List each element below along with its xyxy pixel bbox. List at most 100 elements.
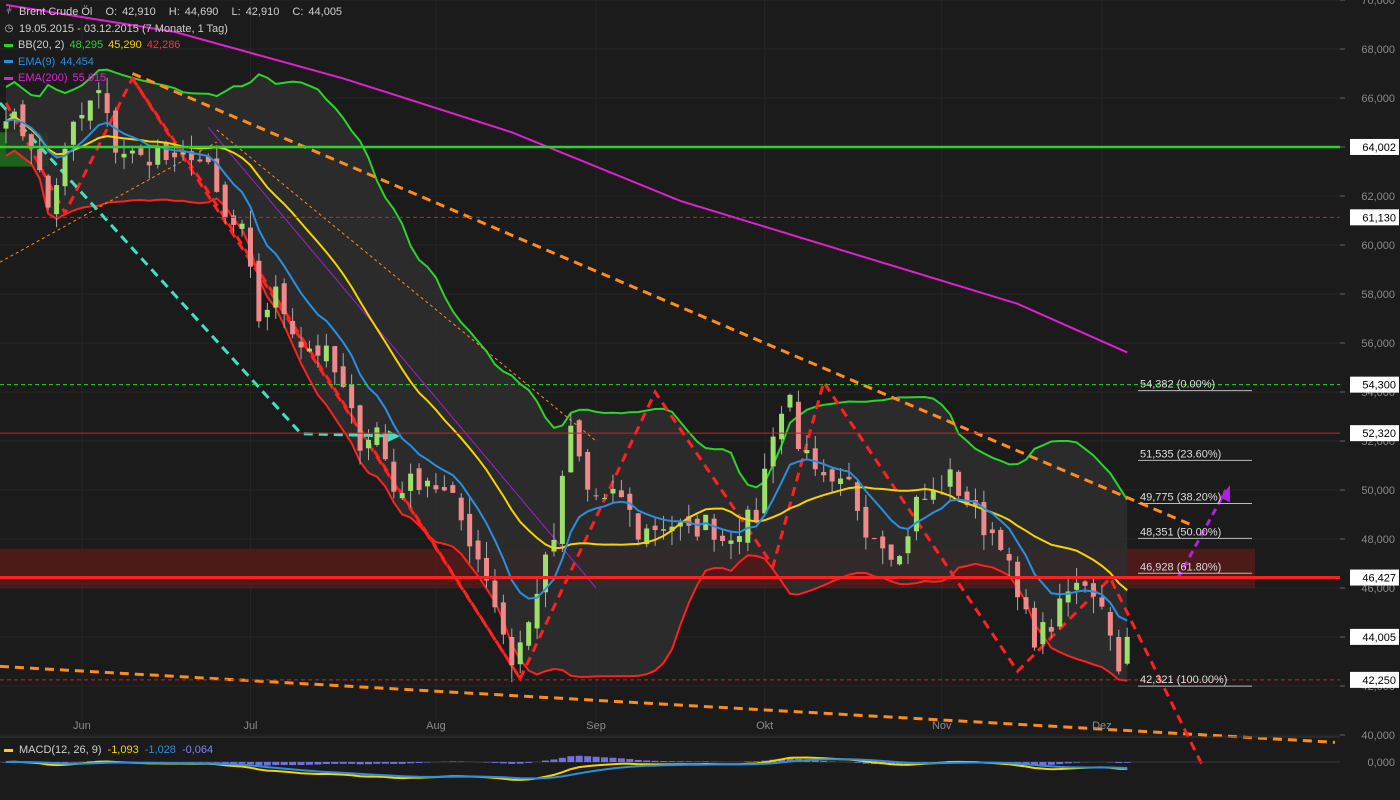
price-tag-label: 52,320 (1362, 428, 1396, 440)
candle-up (728, 540, 734, 544)
candle-down (509, 636, 515, 666)
macd-histogram-bar (601, 757, 609, 762)
candle-down (416, 468, 422, 491)
candle-down (1116, 636, 1122, 672)
candle-down (441, 486, 447, 491)
candle-down (1006, 554, 1012, 561)
candle-down (163, 142, 169, 160)
high-value: 44,690 (184, 6, 219, 18)
fib-label: 42,321 (100.00%) (1140, 674, 1227, 686)
candle-up (922, 498, 928, 500)
candle-up (947, 469, 953, 487)
candle-down (846, 476, 852, 480)
candle-down (298, 341, 304, 348)
instrument-name: Brent Crude Öl (19, 6, 93, 18)
candle-up (736, 536, 742, 542)
open-value: 42,910 (122, 6, 156, 18)
macd-histogram-bar (516, 762, 524, 764)
y-tick-label: 56,000 (1361, 338, 1395, 350)
fib-label: 54,382 (0.00%) (1140, 379, 1215, 391)
x-tick-label: Aug (426, 720, 446, 732)
candle-up (661, 529, 667, 531)
macd-histogram-bar (1115, 762, 1123, 763)
macd-histogram-bar (1073, 762, 1081, 763)
candle-down (332, 346, 338, 373)
candle-up (1040, 622, 1046, 645)
candle-up (1074, 582, 1080, 590)
candle-up (323, 345, 329, 362)
candle-down (492, 580, 498, 608)
macd-histogram-bar (676, 761, 684, 762)
macd-histogram-bar (626, 758, 634, 762)
legend-title-row: ⫩ Brent Crude Öl O: 42,910 H: 44,690 L: 42,… (4, 4, 342, 21)
candle-down (146, 161, 152, 166)
candle-down (222, 184, 228, 218)
candle-down (753, 509, 759, 521)
candle-down (1090, 583, 1096, 597)
candle-up (1124, 636, 1130, 664)
candle-down (821, 472, 827, 476)
candle-down (871, 538, 877, 540)
macd-histogram-bar (853, 762, 861, 763)
candle-up (96, 90, 102, 94)
x-tick-label: Jun (73, 720, 91, 732)
candle-down (391, 461, 397, 492)
legend-bb[interactable]: BB(20, 2) 48,295 45,290 42,286 (4, 37, 342, 54)
candle-down (1015, 561, 1021, 598)
macd-histogram-bar (660, 761, 668, 762)
candle-down (863, 506, 869, 538)
candle-up (306, 348, 312, 352)
candle-up (787, 394, 793, 408)
candle-down (256, 260, 262, 322)
candle-down (197, 159, 203, 162)
candle-down (618, 490, 624, 498)
candle-down (357, 405, 363, 451)
candle-up (70, 121, 76, 145)
macd-histogram-bar (238, 762, 246, 764)
macd-y-label: 0,000 (1367, 757, 1395, 769)
macd-histogram-bar (280, 762, 288, 766)
macd-histogram-bar (415, 762, 423, 763)
macd-histogram-bar (491, 762, 499, 763)
candle-down (458, 497, 464, 521)
candle-up (264, 309, 270, 318)
price-tag-label: 54,300 (1362, 380, 1396, 392)
y-tick-label: 50,000 (1361, 485, 1395, 497)
price-tag-label: 61,130 (1362, 212, 1396, 224)
price-chart[interactable]: 54,382 (0.00%) 51,535 (23.60%) 49,775 (38.… (0, 0, 1400, 800)
legend-ema9[interactable]: EMA(9) 44,454 (4, 54, 342, 71)
candle-up (155, 147, 161, 165)
macd-histogram-bar (1064, 762, 1072, 764)
macd-legend[interactable]: MACD(12, 26, 9) -1,093 -1,028 -0,064 (4, 744, 213, 756)
candle-down (989, 529, 995, 534)
candle-down (795, 401, 801, 449)
macd-histogram-bar (348, 762, 356, 764)
legend-range-row: ◷ 19.05.2015 - 03.12.2015 (7 Monate, 1 T… (4, 21, 342, 38)
macd-histogram-bar (449, 761, 457, 762)
macd-histogram-bar (255, 762, 263, 766)
candle-up (374, 427, 380, 445)
fib-label: 51,535 (23.60%) (1140, 448, 1221, 460)
candle-up (526, 622, 532, 646)
macd-histogram-bar (558, 757, 566, 762)
candle-down (247, 227, 253, 267)
y-tick-label: 68,000 (1361, 44, 1395, 56)
legend-ema200[interactable]: EMA(200) 55,615 (4, 70, 342, 87)
candle-up (180, 152, 186, 155)
candle-up (745, 509, 751, 543)
candle-down (694, 518, 700, 537)
macd-histogram-bar (550, 759, 558, 762)
x-tick-label: Dez (1092, 720, 1112, 732)
candle-up (602, 498, 608, 500)
candle-up (129, 150, 135, 154)
macd-histogram-bar (1056, 762, 1064, 765)
macd-histogram-bar (314, 762, 322, 765)
candle-down (450, 485, 456, 493)
candle-down (711, 518, 717, 540)
candle-down (104, 93, 110, 114)
candle-up (1057, 598, 1063, 627)
candle-down (1099, 597, 1105, 607)
fibonacci-levels: 54,382 (0.00%) 51,535 (23.60%) 49,775 (38.… (1138, 379, 1252, 687)
candle-down (20, 104, 26, 137)
candle-up (770, 436, 776, 467)
